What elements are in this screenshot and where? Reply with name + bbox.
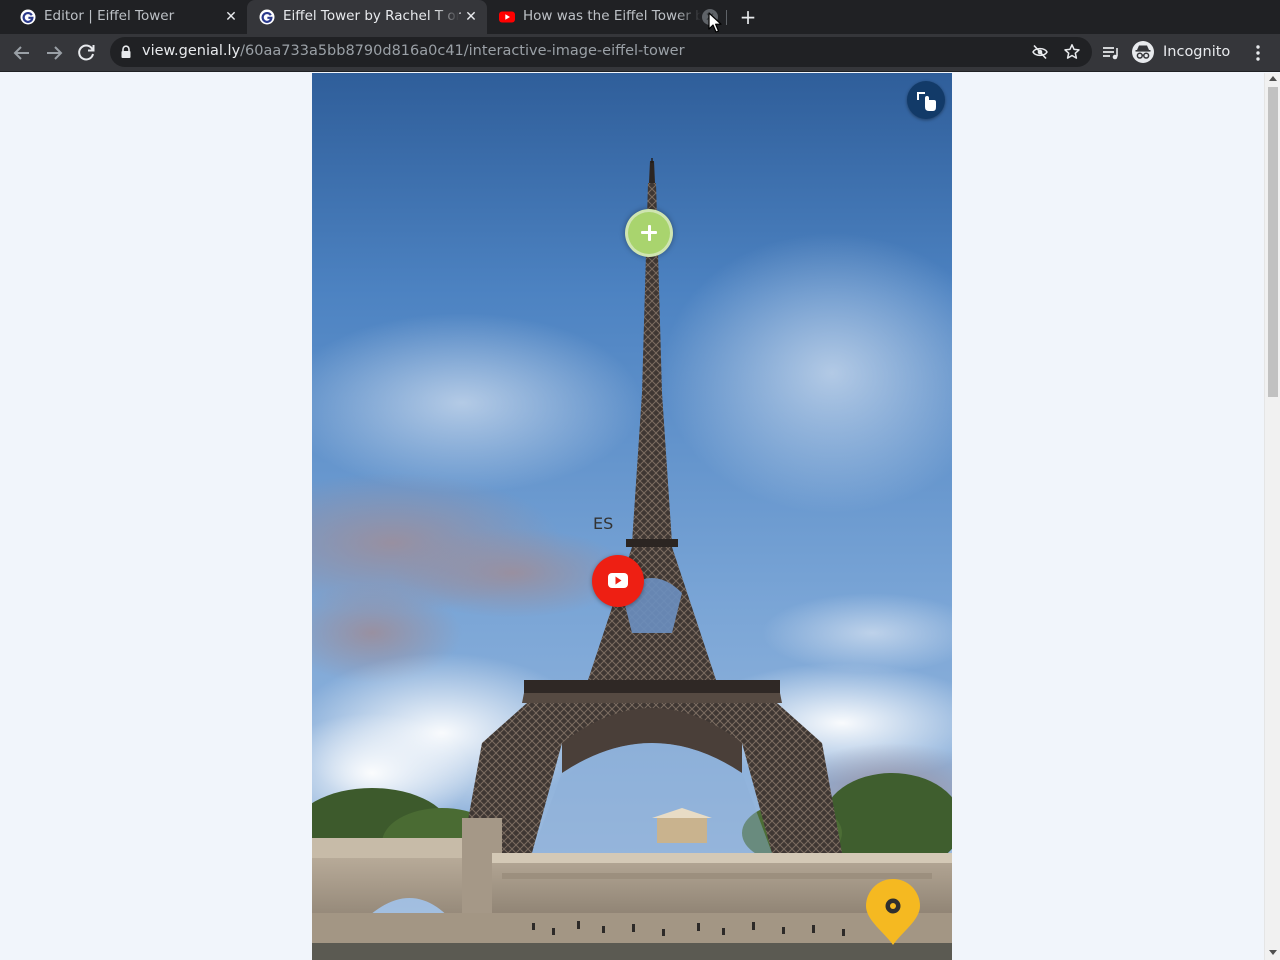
url-host: view.genial.ly (142, 43, 241, 59)
fullscreen-button[interactable] (907, 81, 945, 119)
bookmark-star-icon[interactable] (1063, 43, 1081, 61)
interactive-image[interactable]: ES (312, 73, 952, 960)
close-tab-icon[interactable]: ✕ (463, 9, 479, 25)
tab-editor[interactable]: Editor | Eiffel Tower ✕ (8, 0, 247, 34)
reload-icon[interactable] (74, 41, 98, 65)
close-tab-icon[interactable]: ✕ (223, 9, 239, 25)
incognito-badge[interactable]: Incognito (1132, 39, 1230, 65)
page-viewport: ES (0, 73, 1264, 960)
new-tab-button[interactable]: + (738, 7, 758, 27)
scroll-up-arrow-icon[interactable] (1269, 76, 1277, 81)
genially-icon (20, 9, 36, 25)
map-pin-icon (866, 879, 920, 945)
eye-slash-icon[interactable] (1031, 43, 1049, 61)
address-bar[interactable]: view.genial.ly/60aa733a5bb8790d816a0c41/… (110, 37, 1092, 67)
fullscreen-hand-icon (917, 92, 936, 111)
info-hotspot-button[interactable] (625, 209, 673, 257)
tab-title: How was the Eiffel Tower built? (523, 8, 701, 24)
more-menu-icon[interactable] (1250, 43, 1266, 63)
tab-title-fade (435, 6, 459, 28)
url-text[interactable]: view.genial.ly/60aa733a5bb8790d816a0c41/… (142, 43, 685, 59)
incognito-icon (1132, 41, 1154, 63)
tab-youtube-video[interactable]: How was the Eiffel Tower built? ✕ (487, 0, 725, 34)
tab-separator (726, 10, 727, 25)
video-hotspot-button[interactable] (592, 555, 644, 607)
eiffel-tower-photo (312, 73, 952, 960)
browser-toolbar: view.genial.ly/60aa733a5bb8790d816a0c41/… (0, 34, 1280, 72)
tab-title: Editor | Eiffel Tower (44, 8, 175, 24)
forward-arrow-icon[interactable] (42, 41, 66, 65)
hotspot-tooltip-text: ES (593, 514, 614, 533)
scrollbar-thumb[interactable] (1268, 87, 1278, 397)
tab-title-fade (677, 6, 701, 28)
youtube-play-icon (608, 573, 628, 588)
lock-icon (121, 45, 131, 58)
page-scrollbar[interactable] (1264, 73, 1280, 960)
genially-icon (259, 9, 275, 25)
youtube-icon (499, 11, 515, 23)
scroll-down-arrow-icon[interactable] (1269, 950, 1277, 955)
mouse-cursor-icon (708, 12, 722, 33)
back-arrow-icon[interactable] (10, 41, 34, 65)
media-queue-icon[interactable] (1101, 43, 1121, 63)
url-path: /60aa733a5bb8790d816a0c41/interactive-im… (240, 43, 685, 59)
incognito-label: Incognito (1163, 44, 1231, 60)
tab-genially-view[interactable]: Eiffel Tower by Rachel T on Genially ✕ (247, 0, 487, 34)
location-hotspot-button[interactable] (864, 877, 922, 947)
tab-strip: Editor | Eiffel Tower ✕ Eiffel Tower by … (0, 0, 1280, 34)
